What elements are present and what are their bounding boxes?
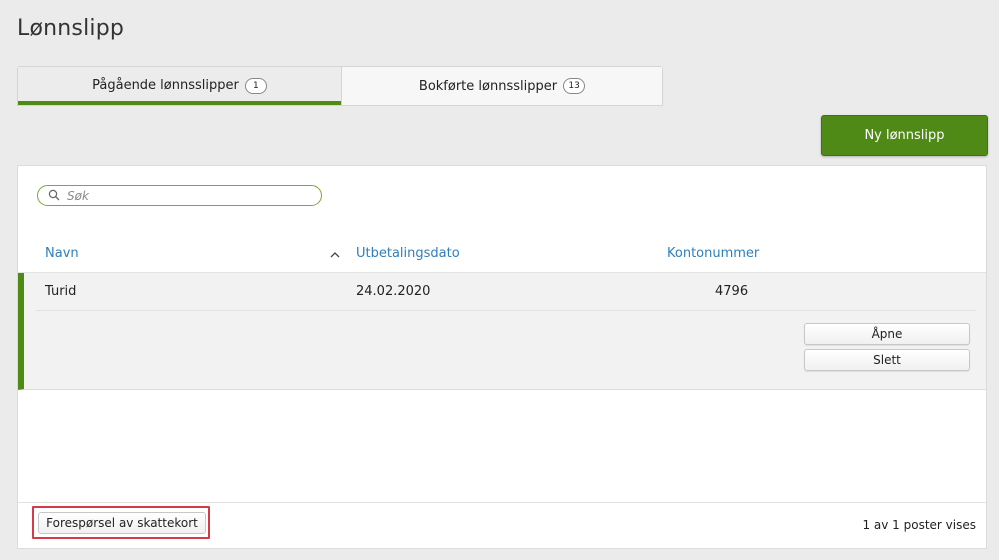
- tab-label: Pågående lønnsslipper: [92, 78, 239, 93]
- count-badge: 1: [244, 77, 267, 94]
- tab-label: Bokførte lønnsslipper: [418, 78, 558, 94]
- column-header-account-number[interactable]: Kontonummer: [667, 246, 759, 261]
- cell-payment-date: 24.02.2020: [356, 284, 431, 299]
- cell-account-number: 4796: [715, 284, 749, 299]
- tab-pending-payslips[interactable]: Pågående lønnsslipper 1: [18, 67, 341, 105]
- highlight-box: Forespørsel av skattekort: [32, 506, 210, 539]
- search-box: [37, 185, 322, 206]
- delete-button[interactable]: Slett: [804, 349, 970, 371]
- tab-bar: Pågående lønnsslipper 1 Bokførte lønnssl…: [17, 66, 663, 106]
- row-divider: [36, 310, 976, 311]
- table-row[interactable]: Turid 24.02.2020 4796 Åpne Slett: [18, 273, 986, 390]
- column-header-payment-date[interactable]: Utbetalingsdato: [356, 246, 460, 261]
- tax-card-request-button[interactable]: Forespørsel av skattekort: [38, 512, 206, 534]
- column-header-name[interactable]: Navn: [45, 246, 79, 261]
- new-payslip-button[interactable]: Ny lønnslipp: [821, 115, 988, 156]
- cell-name: Turid: [45, 284, 77, 299]
- count-badge: 13: [563, 78, 586, 94]
- sort-ascending-icon[interactable]: [330, 248, 340, 261]
- open-button[interactable]: Åpne: [804, 323, 970, 345]
- tab-posted-payslips[interactable]: Bokførte lønnsslipper 13: [341, 67, 662, 105]
- page-title: Lønnslipp: [17, 16, 125, 41]
- footer-divider: [18, 502, 986, 503]
- record-count: 1 av 1 poster vises: [862, 518, 976, 532]
- payslip-panel: Navn Utbetalingsdato Kontonummer Turid 2…: [17, 165, 987, 549]
- table-header: Navn Utbetalingsdato Kontonummer: [18, 238, 986, 273]
- search-icon: [48, 186, 60, 205]
- search-input[interactable]: [65, 187, 299, 204]
